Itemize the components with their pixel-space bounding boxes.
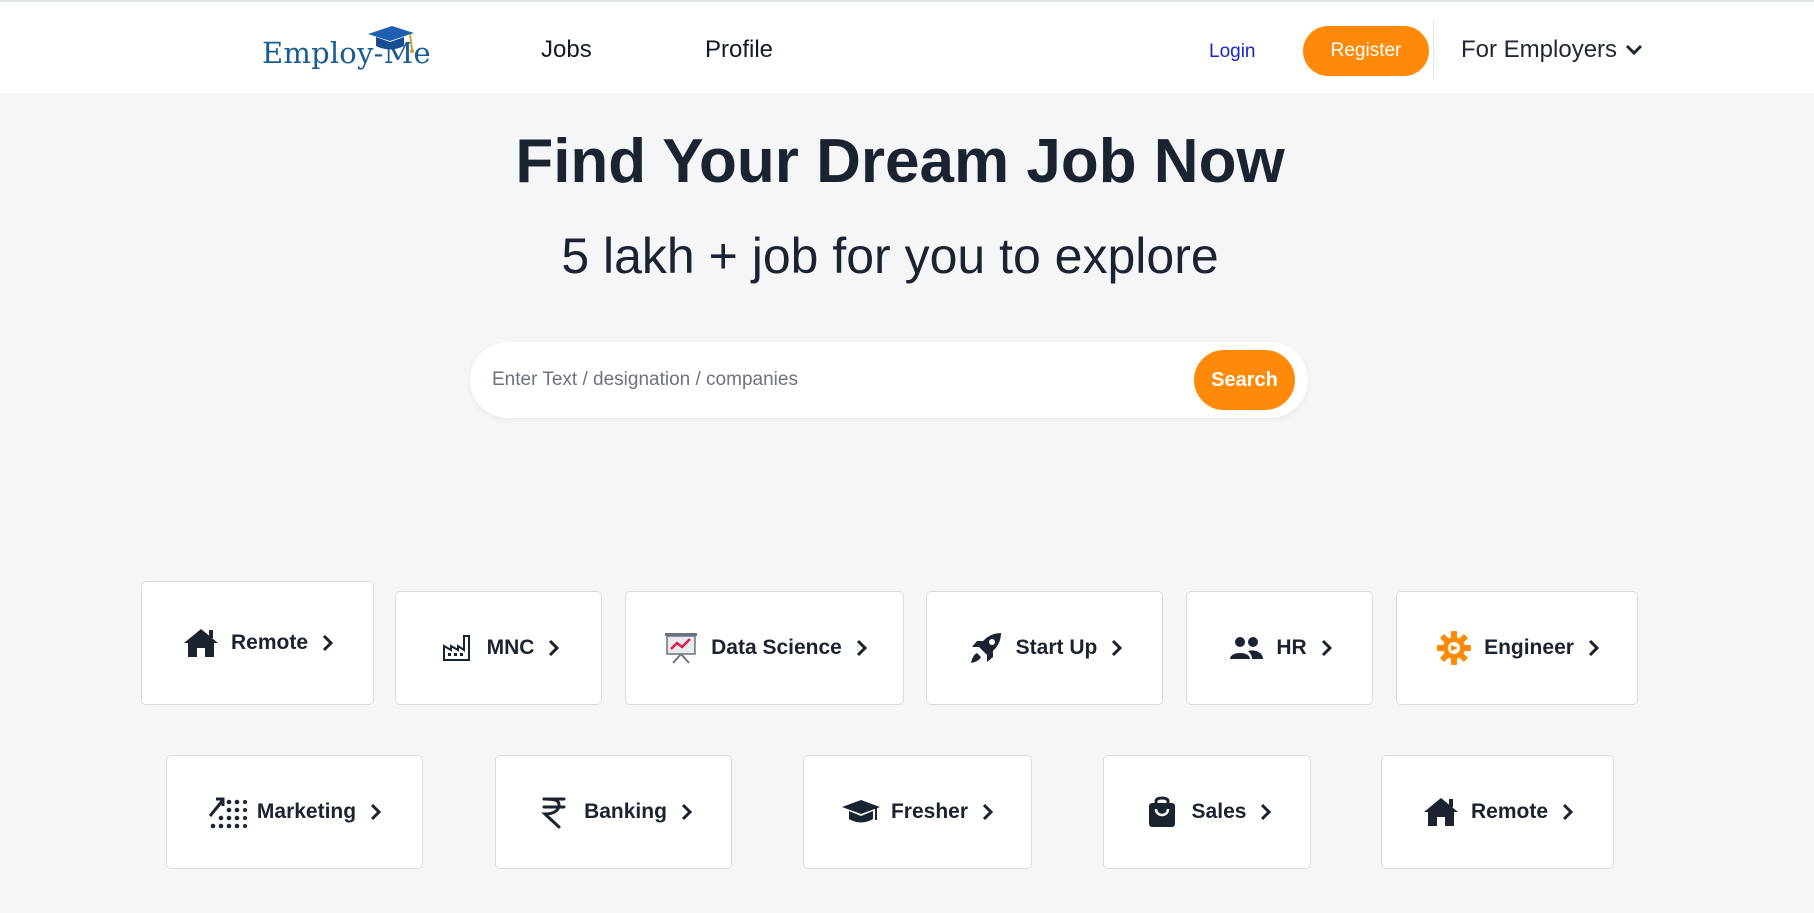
hero-title: Find Your Dream Job Now <box>515 127 1285 196</box>
top-navbar: Employ-Me Jobs Profile Login Register Fo… <box>0 0 1814 93</box>
home-icon <box>1421 792 1461 832</box>
chevron-right-icon <box>1260 803 1272 821</box>
category-label: Fresher <box>890 800 969 823</box>
chevron-right-icon <box>681 803 693 821</box>
graduation-cap-logo-icon <box>368 26 414 53</box>
category-label: Marketing <box>256 800 357 823</box>
rocket-icon <box>966 628 1006 668</box>
site-logo[interactable]: Employ-Me <box>262 24 432 74</box>
category-remote[interactable]: Remote <box>141 581 374 705</box>
factory-icon <box>437 628 477 668</box>
category-label: Banking <box>584 800 667 823</box>
category-data-science[interactable]: Data Science <box>625 591 904 705</box>
search-bar: Search <box>470 342 1308 418</box>
category-label: Engineer <box>1484 636 1574 659</box>
category-remote-2[interactable]: Remote <box>1381 755 1614 869</box>
category-mnc[interactable]: MNC <box>395 591 602 705</box>
category-label: Remote <box>1470 800 1549 823</box>
nav-profile-link[interactable]: Profile <box>705 36 773 64</box>
chevron-right-icon <box>370 803 382 821</box>
category-marketing[interactable]: Marketing <box>166 755 423 869</box>
chevron-down-icon <box>1625 44 1643 56</box>
category-label: Remote <box>230 631 309 654</box>
for-employers-dropdown[interactable]: For Employers <box>1461 36 1643 64</box>
presentation-chart-icon <box>661 628 701 668</box>
chevron-right-icon <box>1562 803 1574 821</box>
graduation-cap-icon <box>841 792 881 832</box>
category-fresher[interactable]: Fresher <box>803 755 1032 869</box>
shopping-bag-icon <box>1142 792 1182 832</box>
category-hr[interactable]: HR <box>1186 591 1373 705</box>
login-link[interactable]: Login <box>1209 41 1256 63</box>
chevron-right-icon <box>548 639 560 657</box>
chevron-right-icon <box>1111 639 1123 657</box>
category-label: Data Science <box>711 636 842 659</box>
growth-icon <box>207 792 247 832</box>
chevron-right-icon <box>322 634 334 652</box>
chevron-right-icon <box>982 803 994 821</box>
nav-jobs-link[interactable]: Jobs <box>541 36 592 64</box>
category-label: HR <box>1276 636 1307 659</box>
category-label: Sales <box>1191 800 1247 823</box>
people-icon <box>1226 628 1266 668</box>
rupee-icon <box>534 792 574 832</box>
hero-subtitle: 5 lakh + job for you to explore <box>561 228 1219 284</box>
search-button[interactable]: Search <box>1194 350 1295 410</box>
category-engineer[interactable]: Engineer <box>1396 591 1638 705</box>
header-divider <box>1433 20 1434 80</box>
register-button[interactable]: Register <box>1303 26 1429 76</box>
home-icon <box>181 623 221 663</box>
chevron-right-icon <box>1588 639 1600 657</box>
for-employers-label: For Employers <box>1461 36 1618 63</box>
chevron-right-icon <box>1321 639 1333 657</box>
category-sales[interactable]: Sales <box>1103 755 1311 869</box>
chevron-right-icon <box>856 639 868 657</box>
gear-icon <box>1434 628 1474 668</box>
search-input[interactable] <box>492 362 1172 398</box>
category-banking[interactable]: Banking <box>495 755 732 869</box>
category-label: Start Up <box>1015 636 1098 659</box>
category-start-up[interactable]: Start Up <box>926 591 1163 705</box>
category-label: MNC <box>486 636 535 659</box>
